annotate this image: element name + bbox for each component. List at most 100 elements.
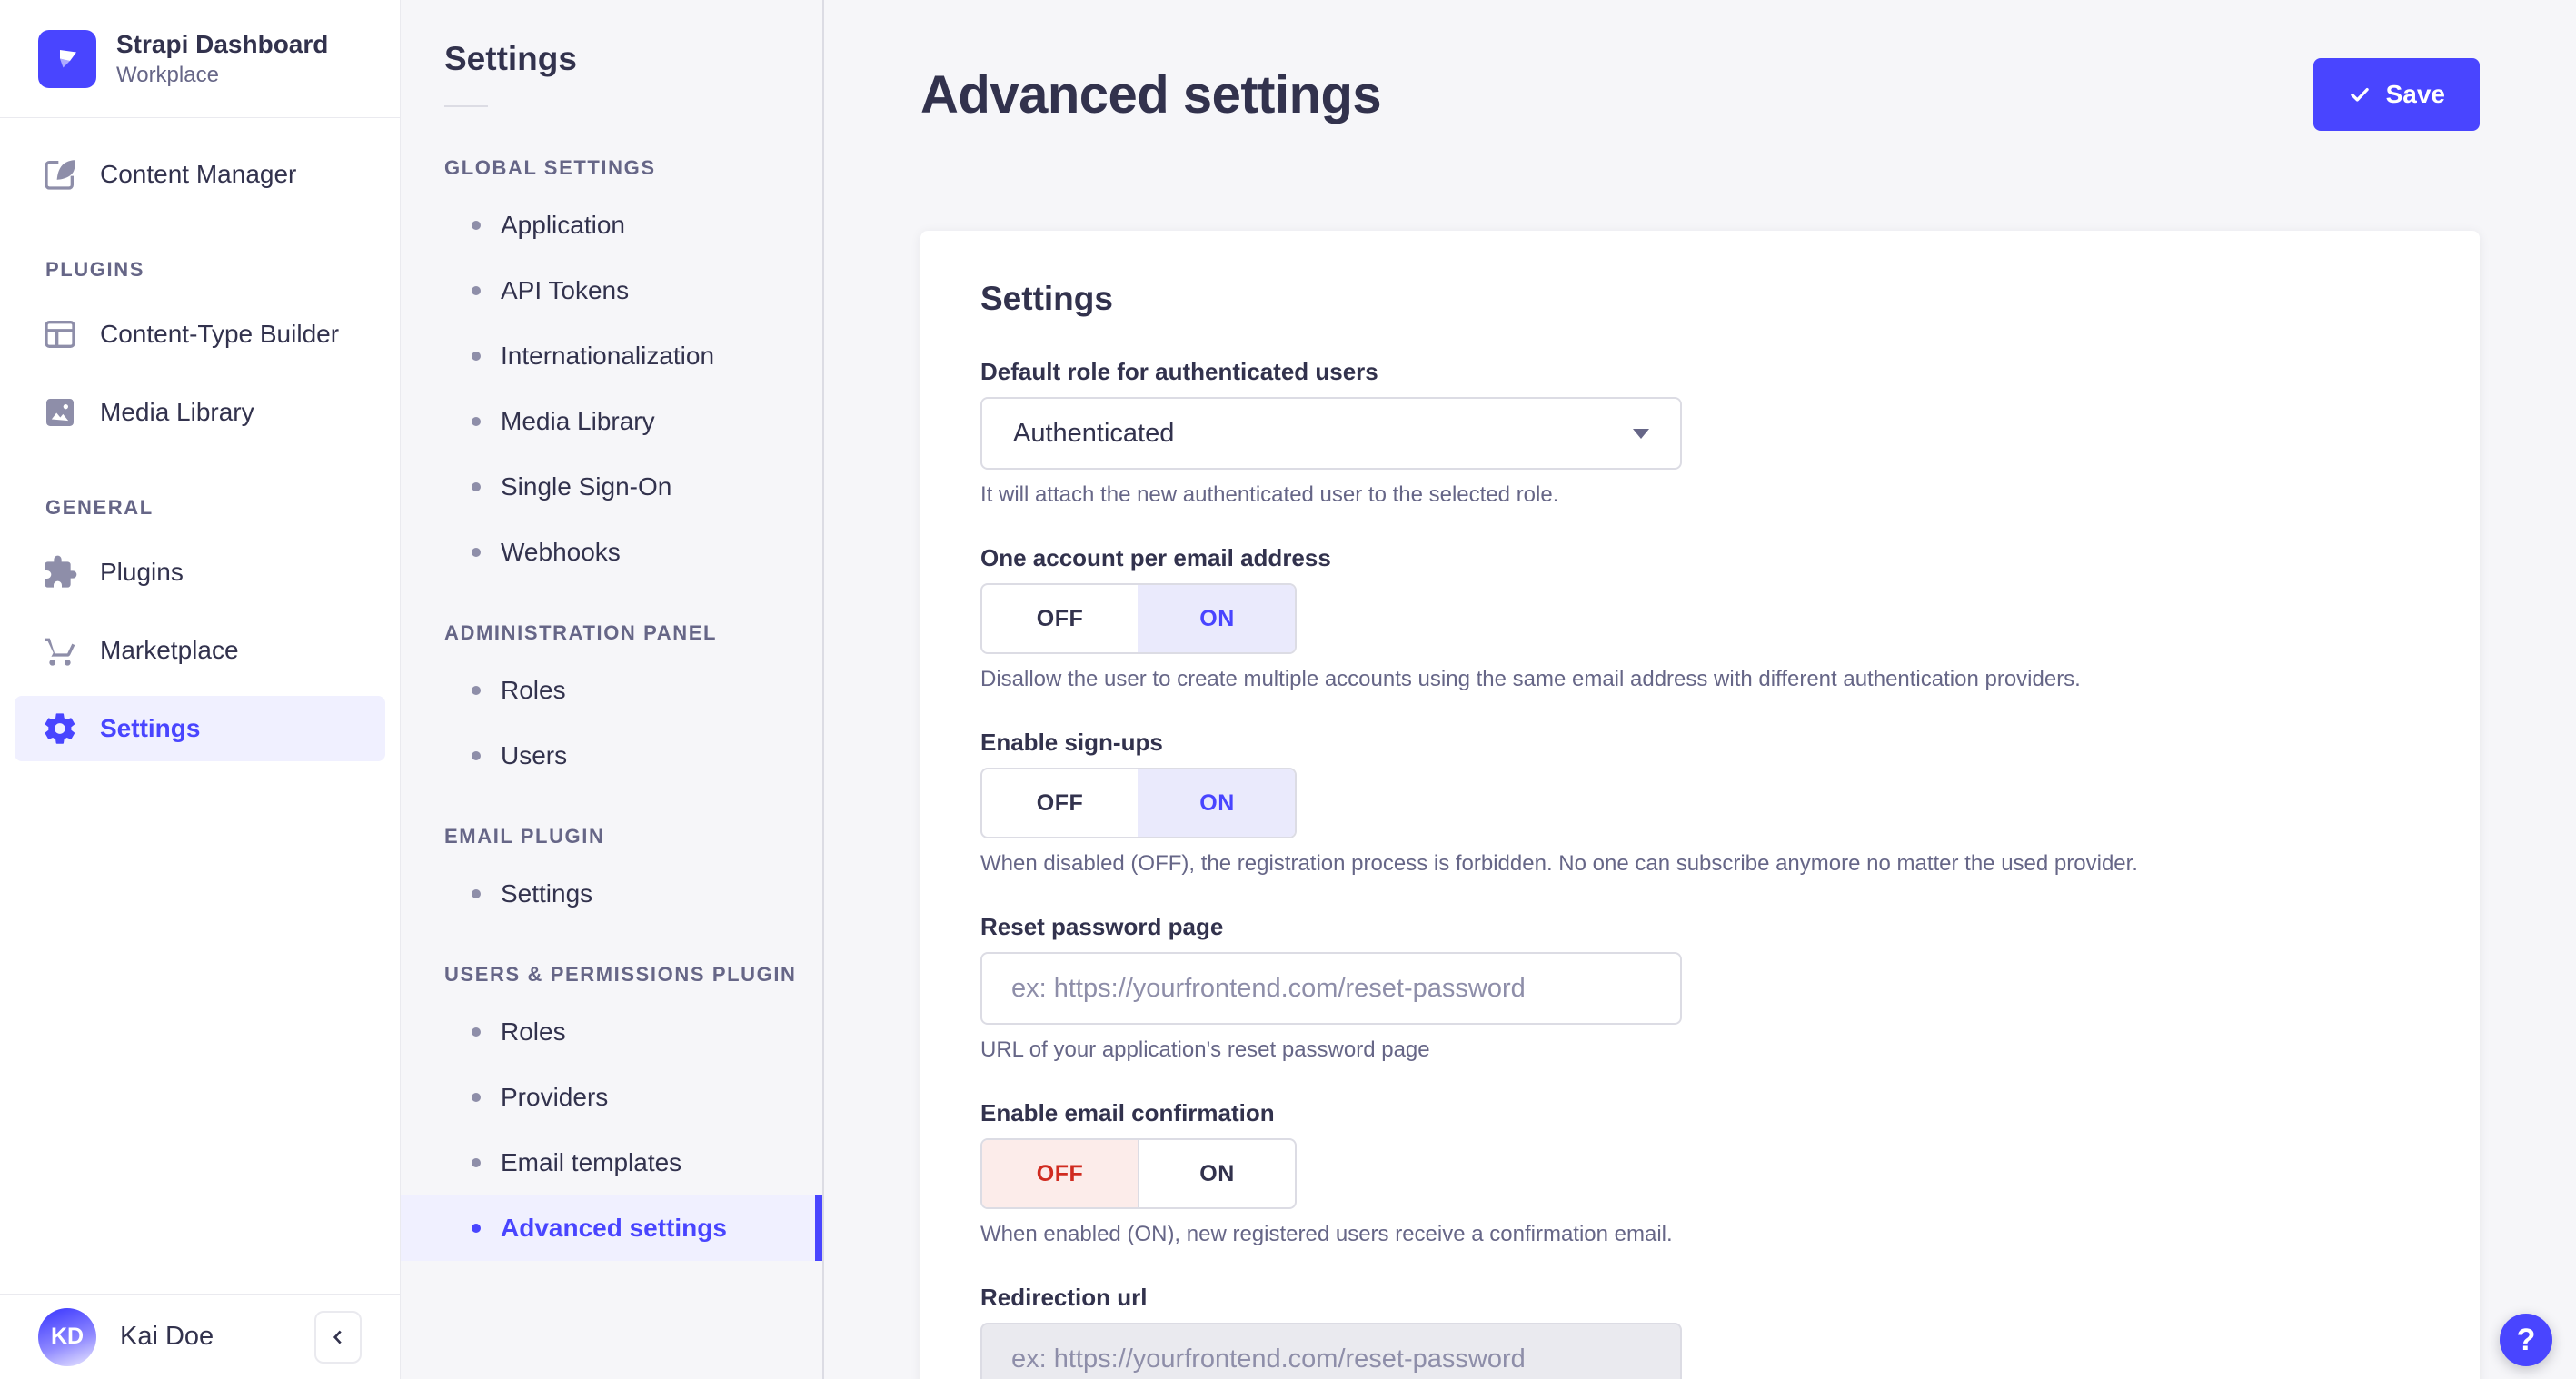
avatar[interactable]: KD — [38, 1307, 96, 1366]
image-icon — [46, 399, 74, 426]
subnav-item-label: Settings — [501, 879, 593, 908]
sidebar-section-general: GENERAL — [45, 496, 154, 519]
sidebar-item-content-type-builder[interactable]: Content-Type Builder — [15, 302, 385, 367]
sidebar-item-settings[interactable]: Settings — [15, 696, 385, 761]
subnav-item-application[interactable]: Application — [401, 193, 822, 258]
subnav-section-administration-panel: ADMINISTRATION PANEL — [444, 621, 718, 644]
field-reset-password-page: Reset password page URL of your applicat… — [980, 913, 2420, 1063]
toggle-on-option[interactable]: ON — [1138, 769, 1295, 837]
subnav-item-media-library[interactable]: Media Library — [401, 389, 822, 454]
field-hint: When disabled (OFF), the registration pr… — [980, 851, 2138, 876]
chevron-down-icon — [1633, 428, 1649, 439]
bullet-icon — [472, 1224, 481, 1233]
subnav-item-api-tokens[interactable]: API Tokens — [401, 258, 822, 323]
subnav-section-global-settings: GLOBAL SETTINGS — [444, 156, 656, 179]
card-title: Settings — [980, 280, 1113, 317]
bullet-icon — [472, 482, 481, 491]
sidebar-item-marketplace[interactable]: Marketplace — [15, 618, 385, 683]
main-content: Advanced settings Save Settings Default … — [824, 0, 2576, 1379]
subnav-item-label: Single Sign-On — [501, 472, 672, 501]
subnav-item-label: Internationalization — [501, 342, 715, 370]
main-sidebar: Strapi Dashboard Workplace Content Manag… — [0, 0, 401, 1379]
bullet-icon — [472, 352, 481, 361]
sidebar-item-label: Marketplace — [100, 636, 239, 664]
subnav-item-admin-roles[interactable]: Roles — [401, 658, 822, 723]
sidebar-item-content-manager[interactable]: Content Manager — [15, 142, 385, 207]
field-label: Default role for authenticated users — [980, 358, 1378, 385]
one-account-per-email-toggle: OFF ON — [980, 583, 1297, 654]
field-label: Reset password page — [980, 913, 1224, 940]
subnav-item-advanced-settings[interactable]: Advanced settings — [401, 1195, 822, 1261]
sidebar-item-label: Content Manager — [100, 160, 297, 188]
subnav-item-label: Providers — [501, 1083, 609, 1111]
field-hint: It will attach the new authenticated use… — [980, 482, 1559, 507]
sidebar-footer: KD Kai Doe — [0, 1294, 400, 1379]
default-role-select[interactable]: Authenticated — [980, 397, 1682, 470]
field-enable-email-confirmation: Enable email confirmation OFF ON When en… — [980, 1099, 2420, 1247]
chevron-left-icon — [333, 1330, 342, 1344]
sidebar-item-media-library[interactable]: Media Library — [15, 380, 385, 445]
sidebar-item-label: Content-Type Builder — [100, 320, 340, 348]
toggle-off-option[interactable]: OFF — [982, 769, 1138, 837]
collapse-sidebar-button[interactable] — [314, 1310, 362, 1364]
workspace-header[interactable]: Strapi Dashboard Workplace — [0, 0, 400, 118]
bullet-icon — [472, 751, 481, 760]
field-label: One account per email address — [980, 544, 1331, 571]
field-hint: Disallow the user to create multiple acc… — [980, 667, 2081, 691]
field-redirection-url: Redirection url — [980, 1284, 2420, 1379]
subnav-item-label: Users — [501, 741, 568, 769]
sidebar-item-label: Media Library — [100, 398, 254, 426]
workspace-title: Strapi Dashboard — [116, 29, 329, 58]
redirection-url-input — [980, 1323, 1682, 1379]
bullet-icon — [472, 1027, 481, 1037]
bullet-icon — [472, 686, 481, 695]
field-one-account-per-email: One account per email address OFF ON Dis… — [980, 544, 2420, 692]
subnav-item-label: Webhooks — [501, 538, 621, 566]
subnav-item-label: Application — [501, 211, 625, 239]
subnav-item-up-roles[interactable]: Roles — [401, 999, 822, 1065]
bullet-icon — [472, 1093, 481, 1102]
save-button-label: Save — [2385, 80, 2445, 108]
page-title: Advanced settings — [920, 64, 1382, 124]
subnav-item-single-sign-on[interactable]: Single Sign-On — [401, 454, 822, 520]
subnav-item-label: Advanced settings — [501, 1214, 727, 1242]
layout-grid-icon — [45, 321, 75, 348]
workspace-subtitle: Workplace — [116, 62, 219, 87]
sidebar-nav: Content Manager PLUGINS Content-Type Bui… — [0, 118, 400, 774]
subnav-item-providers[interactable]: Providers — [401, 1065, 822, 1130]
settings-card: Settings Default role for authenticated … — [920, 231, 2480, 1379]
field-hint: When enabled (ON), new registered users … — [980, 1222, 1673, 1246]
puzzle-icon — [45, 555, 77, 588]
toggle-on-option[interactable]: ON — [1138, 1140, 1295, 1207]
enable-email-confirmation-toggle: OFF ON — [980, 1138, 1297, 1209]
subnav-item-webhooks[interactable]: Webhooks — [401, 520, 822, 585]
help-button[interactable]: ? — [2500, 1314, 2552, 1366]
toggle-off-option[interactable]: OFF — [982, 585, 1138, 652]
subnav-item-email-settings[interactable]: Settings — [401, 861, 822, 927]
select-value: Authenticated — [1013, 418, 1175, 448]
field-label: Enable sign-ups — [980, 729, 1163, 756]
reset-password-page-input[interactable] — [980, 952, 1682, 1025]
subnav-item-label: Roles — [501, 1017, 566, 1046]
bullet-icon — [472, 286, 481, 295]
toggle-on-option[interactable]: ON — [1138, 585, 1295, 652]
subnav-item-label: Roles — [501, 676, 566, 704]
page-header: Advanced settings Save — [920, 58, 2480, 131]
subnav-item-email-templates[interactable]: Email templates — [401, 1130, 822, 1195]
subnav-item-internationalization[interactable]: Internationalization — [401, 323, 822, 389]
sidebar-item-plugins[interactable]: Plugins — [15, 540, 385, 605]
subnav-section-users-permissions-plugin: USERS & PERMISSIONS PLUGIN — [444, 963, 797, 986]
sidebar-item-label: Plugins — [100, 558, 184, 586]
sidebar-item-label: Settings — [100, 714, 201, 742]
field-enable-sign-ups: Enable sign-ups OFF ON When disabled (OF… — [980, 729, 2420, 877]
user-name: Kai Doe — [120, 1322, 214, 1351]
toggle-off-option[interactable]: OFF — [982, 1140, 1138, 1207]
field-label: Redirection url — [980, 1284, 1148, 1311]
subnav-title: Settings — [444, 40, 577, 77]
subnav-item-label: Email templates — [501, 1148, 682, 1176]
cart-icon — [45, 638, 75, 666]
save-button[interactable]: Save — [2312, 58, 2480, 131]
feather-pen-icon — [45, 160, 75, 190]
subnav-item-admin-users[interactable]: Users — [401, 723, 822, 789]
sidebar-section-plugins: PLUGINS — [45, 258, 144, 281]
